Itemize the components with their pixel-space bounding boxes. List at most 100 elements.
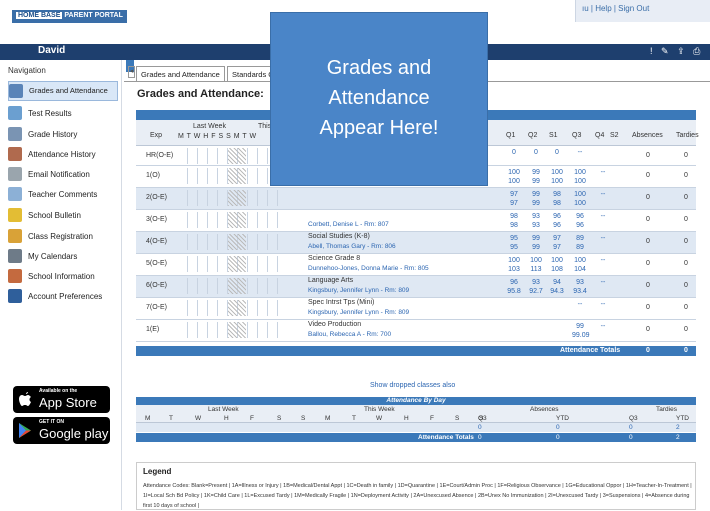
abd-totals-row: Attendance Totals 0 0 0 2 — [136, 433, 696, 442]
show-dropped-classes-link[interactable]: Show dropped classes also — [370, 382, 455, 389]
grade-g1[interactable]: 98 98 — [506, 212, 522, 230]
grade-g3[interactable]: 0 — [549, 148, 565, 157]
grade-g1[interactable]: 0 — [506, 148, 522, 157]
grade-g4[interactable]: 100 100 — [572, 168, 588, 186]
header-absences: Absences — [632, 132, 663, 139]
sidebar-item-class-registration[interactable]: Class Registration — [8, 226, 118, 246]
grade-g3[interactable]: 98 98 — [549, 190, 565, 208]
home-base-logo[interactable]: HOME BASE PARENT PORTAL — [12, 10, 127, 23]
grade-g5[interactable]: -- — [595, 190, 611, 199]
grade-g1[interactable]: 97 97 — [506, 190, 522, 208]
absences-value: 0 — [646, 172, 650, 179]
sidebar-item-label: School Bulletin — [28, 210, 81, 220]
abd-tardies: Tardies — [656, 406, 677, 413]
grade-g4[interactable]: -- — [572, 300, 588, 309]
header-s1: S1 — [549, 132, 558, 139]
table-row: 5(O-E) Science Grade 8 Dunnehoo-Jones, Don… — [136, 254, 696, 276]
grade-g2[interactable]: 99 99 — [528, 190, 544, 208]
legend-panel: Legend Attendance Codes: Blank=Present |… — [136, 462, 696, 510]
grade-g2[interactable]: 99 99 — [528, 168, 544, 186]
grade-g2[interactable]: 93 93 — [528, 212, 544, 230]
grade-g3[interactable]: 100 100 — [549, 168, 565, 186]
grade-g2[interactable]: 0 — [528, 148, 544, 157]
grade-g5[interactable]: -- — [595, 256, 611, 265]
grade-g5[interactable]: -- — [595, 322, 611, 331]
grade-g4[interactable]: 93 93.4 — [572, 278, 588, 296]
teacher-link[interactable]: Kingsbury, Jennifer Lynn - Rm: 809 — [308, 309, 409, 316]
grade-g4[interactable]: 100 104 — [572, 256, 588, 274]
edit-icon[interactable]: ✎ — [661, 46, 672, 56]
grade-g4[interactable]: 99 99.09 — [572, 322, 590, 340]
grade-g5[interactable]: -- — [595, 234, 611, 243]
weekend-hatch — [228, 300, 246, 316]
sidebar-item-grade-history[interactable]: Grade History — [8, 124, 118, 144]
sidebar-item-teacher-comments[interactable]: Teacher Comments — [8, 184, 118, 204]
grade-g4[interactable]: -- — [572, 148, 588, 157]
grade-g3[interactable]: 97 97 — [549, 234, 565, 252]
teacher-link[interactable]: Dunnehoo-Jones, Donna Marie - Rm: 805 — [308, 265, 429, 272]
period-label: 5(O-E) — [146, 260, 167, 267]
grade-g4[interactable]: 100 100 — [572, 190, 588, 208]
day-cells — [178, 256, 278, 272]
abd-day-header: W — [376, 415, 383, 422]
tardies-value: 0 — [684, 172, 688, 179]
grade-g5[interactable]: -- — [595, 278, 611, 287]
account-icon — [8, 289, 22, 303]
google-play-badge[interactable]: GET IT ON Google play — [13, 417, 110, 444]
day-cells — [178, 278, 278, 294]
grade-g4[interactable]: 96 96 — [572, 212, 588, 230]
teacher-link[interactable]: Corbett, Denise L - Rm: 807 — [308, 221, 389, 228]
abd-abs-q3-value: 0 — [478, 424, 482, 431]
teacher-link[interactable]: Kingsbury, Jennifer Lynn - Rm: 809 — [308, 287, 409, 294]
period-label: 2(O-E) — [146, 194, 167, 201]
user-links[interactable]: ıu | Help | Sign Out — [575, 0, 710, 22]
teacher-link[interactable]: Ballou, Rebecca A - Rm: 700 — [308, 331, 391, 338]
grade-g5[interactable]: -- — [595, 212, 611, 221]
weekend-hatch — [228, 234, 246, 250]
legend-text: Attendance Codes: Blank=Present | 1A=Ill… — [143, 483, 692, 509]
alert-icon[interactable]: ! — [650, 46, 656, 56]
app-store-badge[interactable]: Available on the App Store — [13, 386, 110, 413]
sidebar-item-grades-and-attendance[interactable]: Grades and Attendance — [8, 81, 118, 101]
absences-value: 0 — [646, 216, 650, 223]
grade-g3[interactable]: 100 108 — [549, 256, 565, 274]
grade-g2[interactable]: 99 99 — [528, 234, 544, 252]
export-icon[interactable]: ⇪ — [677, 46, 688, 56]
abd-abs-ytd-value: 0 — [556, 424, 560, 431]
toolbar-icons[interactable]: ! ✎ ⇪ ⎙ — [650, 46, 703, 57]
tab-back-arrow[interactable]: ◂ — [128, 66, 135, 78]
grade-g5[interactable]: -- — [595, 168, 611, 177]
sidebar-navigation: Navigation Grades and Attendance Test Res… — [0, 60, 122, 510]
print-icon[interactable]: ⎙ — [693, 46, 703, 56]
grade-g1[interactable]: 96 95.8 — [506, 278, 522, 296]
sidebar-item-email-notification[interactable]: Email Notification — [8, 164, 118, 184]
table-row: 2(O-E) 97 97 99 99 98 98 100 100 -- 0 0 — [136, 188, 696, 210]
grade-g3[interactable]: 94 94.3 — [549, 278, 565, 296]
abd-totals-tar-q3: 0 — [629, 434, 633, 441]
sidebar-item-school-bulletin[interactable]: School Bulletin — [8, 205, 118, 225]
grade-g1[interactable]: 100 100 — [506, 168, 522, 186]
sidebar-item-account-preferences[interactable]: Account Preferences — [8, 286, 118, 306]
teacher-link[interactable]: Abell, Thomas Gary - Rm: 806 — [308, 243, 396, 250]
sidebar-item-school-information[interactable]: School Information — [8, 266, 118, 286]
school-icon — [8, 269, 22, 283]
grade-g4[interactable]: 89 89 — [572, 234, 588, 252]
sidebar-item-attendance-history[interactable]: Attendance History — [8, 144, 118, 164]
day-cells — [178, 212, 278, 228]
grade-g1[interactable]: 100 103 — [506, 256, 522, 274]
grade-g5[interactable]: -- — [595, 300, 611, 309]
tardies-value: 0 — [684, 304, 688, 311]
grade-g2[interactable]: 93 92.7 — [528, 278, 544, 296]
grade-g2[interactable]: 100 113 — [528, 256, 544, 274]
sidebar-item-test-results[interactable]: Test Results — [8, 103, 118, 123]
header-q4: Q4 — [595, 132, 605, 139]
tab-grades-attendance[interactable]: Grades and Attendance — [136, 66, 225, 81]
grade-g3[interactable]: 96 96 — [549, 212, 565, 230]
grades-icon — [9, 84, 23, 98]
sidebar-item-my-calendars[interactable]: My Calendars — [8, 246, 118, 266]
logo-subtitle: PARENT PORTAL — [64, 12, 123, 19]
grade-g1[interactable]: 95 95 — [506, 234, 522, 252]
abd-absences: Absences — [530, 406, 559, 413]
header-q2: Q2 — [528, 132, 538, 139]
grades-attendance-overlay: Grades and Attendance Appear Here! — [270, 12, 488, 186]
